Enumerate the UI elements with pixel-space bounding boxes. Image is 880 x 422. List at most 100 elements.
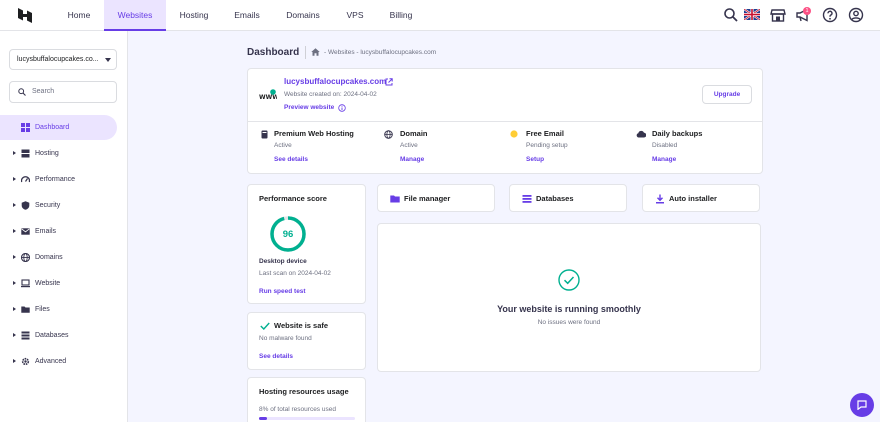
chevron-right-icon	[13, 255, 16, 259]
folder-icon	[21, 306, 30, 313]
hosting-see-details-link[interactable]: See details	[274, 156, 308, 163]
website-selector[interactable]: lucysbuffalocupcakes.co...	[9, 49, 117, 70]
performance-title: Performance score	[259, 194, 327, 203]
performance-score-value: 96	[282, 229, 294, 240]
safety-see-details-link[interactable]: See details	[259, 353, 293, 360]
resources-usage-bar	[259, 417, 355, 420]
uk-flag-icon[interactable]	[744, 9, 760, 20]
card-divider	[248, 121, 762, 122]
account-icon[interactable]	[848, 7, 864, 23]
sidebar-item-label: Dashboard	[35, 124, 70, 131]
nav-home[interactable]: Home	[54, 0, 104, 31]
sidebar-item-advanced[interactable]: Advanced	[0, 349, 117, 374]
grid-icon	[21, 123, 30, 132]
chevron-right-icon	[13, 229, 16, 233]
notification-badge: 1	[803, 7, 811, 15]
feature-status: Pending setup	[526, 142, 568, 149]
server-icon	[261, 130, 268, 139]
download-icon	[656, 194, 664, 204]
chevron-down-icon	[105, 58, 111, 62]
domain-manage-link[interactable]: Manage	[400, 156, 424, 163]
cloud-backup-icon	[636, 130, 646, 138]
feature-title: Premium Web Hosting	[274, 129, 354, 138]
nav-billing[interactable]: Billing	[378, 0, 424, 31]
sidebar-item-label: Emails	[35, 228, 57, 235]
databases-button[interactable]: Databases	[509, 184, 627, 212]
safety-title: Website is safe	[274, 321, 329, 330]
performance-last-scan: Last scan on 2024-04-02	[259, 270, 331, 277]
quick-action-label: Auto installer	[669, 194, 717, 203]
hosting-resources-card: Hosting resources usage 8% of total reso…	[247, 377, 366, 422]
sidebar-item-performance[interactable]: Performance	[0, 167, 117, 192]
chevron-right-icon	[13, 333, 16, 337]
auto-installer-button[interactable]: Auto installer	[642, 184, 760, 212]
email-setup-link[interactable]: Setup	[526, 156, 544, 163]
nav-websites[interactable]: Websites	[104, 0, 166, 31]
run-speed-test-link[interactable]: Run speed test	[259, 288, 306, 295]
performance-score-card: Performance score 96 Desktop device Last…	[247, 184, 366, 304]
website-created-date: Website created on: 2024-04-02	[284, 91, 377, 98]
sidebar-item-label: Performance	[35, 176, 76, 183]
breadcrumb[interactable]: - Websites - lucysbuffalocupcakes.com	[324, 49, 436, 56]
sidebar-item-label: Advanced	[35, 358, 67, 365]
sidebar-item-dashboard[interactable]: Dashboard	[0, 115, 117, 140]
checkmark-icon	[260, 322, 270, 330]
sidebar-item-domains[interactable]: Domains	[0, 245, 117, 270]
shield-icon	[21, 201, 30, 210]
globe-icon	[384, 130, 393, 139]
backups-manage-link[interactable]: Manage	[652, 156, 676, 163]
website-domain-link[interactable]: lucysbuffalocupcakes.com	[284, 77, 386, 86]
sidebar-item-hosting[interactable]: Hosting	[0, 141, 117, 166]
chat-support-button[interactable]	[850, 393, 874, 417]
help-icon[interactable]	[822, 7, 838, 23]
safety-subtitle: No malware found	[259, 335, 312, 342]
feature-title: Domain	[400, 129, 428, 138]
sidebar-item-label: Files	[35, 306, 50, 313]
resources-usage-text: 8% of total resources used	[259, 406, 336, 413]
sidebar-item-emails[interactable]: Emails	[0, 219, 117, 244]
chevron-right-icon	[13, 177, 16, 181]
external-link-icon[interactable]	[385, 78, 393, 86]
pending-status-icon	[510, 130, 518, 138]
sidebar-item-security[interactable]: Security	[0, 193, 117, 218]
sidebar-item-label: Website	[35, 280, 61, 287]
nav-hosting[interactable]: Hosting	[166, 0, 222, 31]
chevron-right-icon	[13, 307, 16, 311]
chevron-right-icon	[13, 151, 16, 155]
sidebar-item-label: Hosting	[35, 150, 59, 157]
search-icon[interactable]	[723, 7, 739, 23]
envelope-icon	[21, 228, 30, 235]
nav-domains[interactable]: Domains	[274, 0, 332, 31]
sidebar-item-databases[interactable]: Databases	[0, 323, 117, 348]
sidebar-item-files[interactable]: Files	[0, 297, 117, 322]
nav-emails[interactable]: Emails	[222, 0, 272, 31]
folder-icon	[390, 195, 400, 203]
status-subtitle: No issues were found	[537, 319, 601, 326]
home-icon[interactable]	[311, 48, 320, 56]
quick-action-label: Databases	[536, 194, 574, 203]
database-icon	[522, 195, 532, 203]
page-title: Dashboard	[247, 47, 300, 58]
info-icon[interactable]	[338, 104, 346, 112]
server-icon	[21, 149, 30, 158]
feature-status: Active	[274, 142, 292, 149]
sidebar-item-website[interactable]: Website	[0, 271, 117, 296]
sidebar-item-label: Security	[35, 202, 61, 209]
laptop-icon	[21, 279, 30, 288]
top-navigation-bar: Home Websites Hosting Emails Domains VPS…	[0, 0, 880, 31]
feature-title: Daily backups	[652, 129, 703, 138]
nav-vps[interactable]: VPS	[334, 0, 376, 31]
sidebar-item-label: Domains	[35, 254, 63, 261]
website-safety-card: Website is safe No malware found See det…	[247, 312, 366, 370]
search-icon	[18, 88, 26, 96]
preview-website-link[interactable]: Preview website	[284, 104, 334, 111]
database-icon	[21, 331, 30, 340]
sidebar-search-input[interactable]: Search	[9, 81, 117, 103]
upgrade-button[interactable]: Upgrade	[702, 85, 752, 104]
store-icon[interactable]	[770, 7, 786, 23]
sidebar-item-label: Databases	[35, 332, 69, 339]
website-status-panel: Your website is running smoothly No issu…	[377, 223, 761, 372]
hostinger-logo-icon[interactable]	[17, 7, 33, 24]
file-manager-button[interactable]: File manager	[377, 184, 495, 212]
search-placeholder: Search	[32, 88, 55, 95]
